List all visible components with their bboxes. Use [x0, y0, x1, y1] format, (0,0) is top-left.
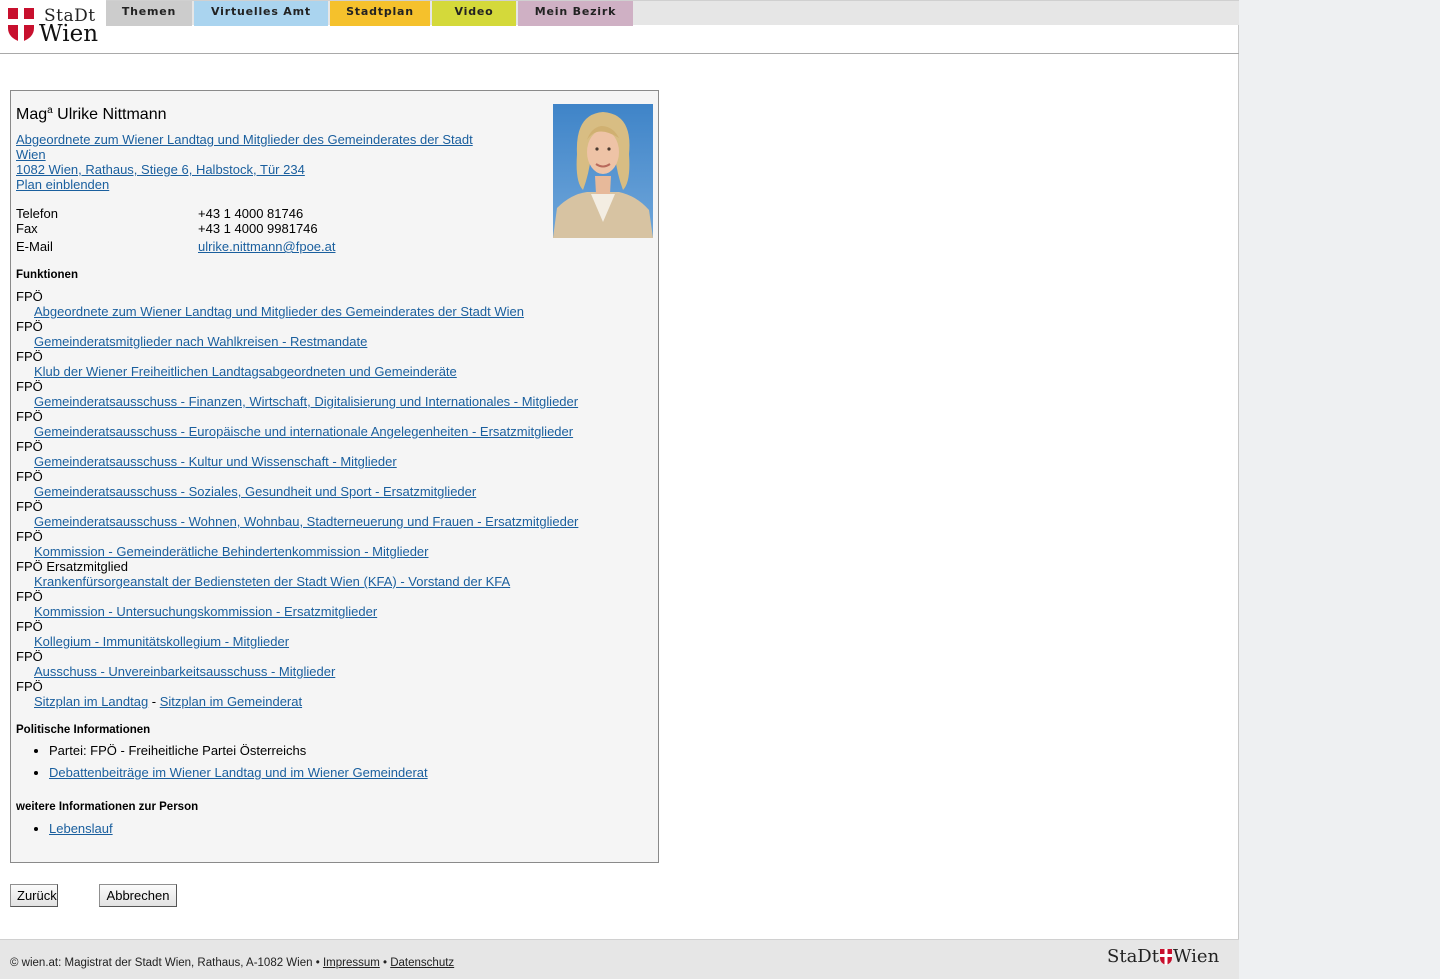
show-map-link[interactable]: Plan einblenden	[16, 177, 486, 192]
nav-tab-video[interactable]: Video	[432, 1, 516, 26]
function-party: FPÖ	[16, 499, 43, 514]
nav-tab-mein-bezirk[interactable]: Mein Bezirk	[518, 1, 633, 26]
political-info-list: Partei: FPÖ - Freiheitliche Partei Öster…	[16, 743, 428, 787]
function-party: FPÖ Ersatzmitglied	[16, 559, 128, 574]
function-item: FPÖ Gemeinderatsausschuss - Soziales, Ges…	[16, 469, 636, 499]
function-link[interactable]: Ausschuss - Unvereinbarkeitsausschuss - …	[34, 664, 636, 679]
function-item: FPÖ Ersatzmitglied Krankenfürsorgeanstalt…	[16, 559, 636, 589]
function-party: FPÖ	[16, 379, 43, 394]
footer-text: © wien.at: Magistrat der Stadt Wien, Rat…	[10, 957, 455, 969]
function-item: FPÖ Klub der Wiener Freiheitlichen Landta…	[16, 349, 636, 379]
logo-text-wien: Wien	[39, 21, 99, 47]
function-party: FPÖ	[16, 439, 43, 454]
address-link[interactable]: 1082 Wien, Rathaus, Stiege 6, Halbstock,…	[16, 162, 486, 177]
more-info-heading: weitere Informationen zur Person	[16, 801, 199, 813]
wien-shield-icon	[1159, 949, 1172, 965]
wien-shield-icon	[8, 8, 34, 42]
function-item: FPÖ Gemeinderatsausschuss - Kultur und Wi…	[16, 439, 636, 469]
list-item: Lebenslauf	[49, 821, 113, 836]
function-party: FPÖ	[16, 679, 43, 694]
email-label: E-Mail	[16, 239, 53, 254]
cv-link[interactable]: Lebenslauf	[49, 821, 113, 836]
function-link[interactable]: Krankenfürsorgeanstalt der Bediensteten …	[34, 574, 636, 589]
function-item: FPÖ Kommission - Gemeinderätliche Behinde…	[16, 529, 636, 559]
phone-label: Telefon	[16, 206, 58, 221]
function-item: FPÖ Gemeinderatsausschuss - Wohnen, Wohnb…	[16, 499, 636, 529]
function-link[interactable]: Gemeinderatsausschuss - Wohnen, Wohnbau,…	[34, 514, 636, 529]
function-party: FPÖ	[16, 649, 43, 664]
functions-list: FPÖ Abgeordnete zum Wiener Landtag und Mi…	[16, 289, 636, 709]
portrait-image	[553, 104, 653, 238]
main-navigation: Themen Virtuelles Amt Stadtplan Video Me…	[106, 0, 1239, 26]
position-link[interactable]: Abgeordnete zum Wiener Landtag und Mitgl…	[16, 132, 486, 162]
political-info-heading: Politische Informationen	[16, 724, 151, 736]
nav-tab-themen[interactable]: Themen	[106, 1, 192, 26]
function-link[interactable]: Gemeinderatsmitglieder nach Wahlkreisen …	[34, 334, 636, 349]
function-party: FPÖ	[16, 289, 43, 304]
fax-value: +43 1 4000 9981746	[198, 221, 318, 236]
function-link[interactable]: Gemeinderatsausschuss - Soziales, Gesund…	[34, 484, 636, 499]
address-block: Abgeordnete zum Wiener Landtag und Mitgl…	[16, 132, 486, 192]
person-name: Maga Ulrike Nittmann	[16, 105, 167, 123]
impressum-link[interactable]: Impressum	[323, 957, 380, 969]
copyright-text: © wien.at: Magistrat der Stadt Wien, Rat…	[10, 957, 313, 969]
function-item: FPÖ Gemeinderatsausschuss - Finanzen, Wir…	[16, 379, 636, 409]
function-item: FPÖ Gemeinderatsausschuss - Europäische u…	[16, 409, 636, 439]
function-link[interactable]: Gemeinderatsausschuss - Kultur und Wisse…	[34, 454, 636, 469]
header: StaDt Wien Themen Virtuelles Amt Stadtpl…	[0, 0, 1239, 54]
debates-link[interactable]: Debattenbeiträge im Wiener Landtag und i…	[49, 765, 428, 780]
person-photo	[553, 104, 653, 238]
function-link[interactable]: Gemeinderatsausschuss - Europäische und …	[34, 424, 636, 439]
cancel-button[interactable]: Abbrechen	[99, 884, 177, 907]
footer-stadt-wien-logo[interactable]: StaDt Wien	[1107, 946, 1219, 967]
function-party: FPÖ	[16, 529, 43, 544]
function-item: FPÖ Ausschuss - Unvereinbarkeitsausschuss…	[16, 649, 636, 679]
nav-tab-stadtplan[interactable]: Stadtplan	[330, 1, 430, 26]
seating-plan-gemeinderat-link[interactable]: Sitzplan im Gemeinderat	[160, 694, 302, 709]
phone-row: Telefon +43 1 4000 81746	[16, 206, 536, 221]
function-link[interactable]: Kommission - Untersuchungskommission - E…	[34, 604, 636, 619]
function-link[interactable]: Abgeordnete zum Wiener Landtag und Mitgl…	[34, 304, 636, 319]
function-link[interactable]: Kollegium - Immunitätskollegium - Mitgli…	[34, 634, 636, 649]
function-link[interactable]: Gemeinderatsausschuss - Finanzen, Wirtsc…	[34, 394, 636, 409]
functions-heading: Funktionen	[16, 269, 78, 281]
fax-label: Fax	[16, 221, 38, 236]
page: StaDt Wien Themen Virtuelles Amt Stadtpl…	[0, 0, 1239, 979]
party-info: Partei: FPÖ - Freiheitliche Partei Öster…	[49, 743, 428, 758]
seating-plan-item: FPÖ Sitzplan im Landtag - Sitzplan im Ge…	[16, 679, 636, 709]
email-row: E-Mail ulrike.nittmann@fpoe.at	[16, 239, 536, 254]
function-party: FPÖ	[16, 349, 43, 364]
function-item: FPÖ Kommission - Untersuchungskommission …	[16, 589, 636, 619]
email-link[interactable]: ulrike.nittmann@fpoe.at	[198, 239, 336, 254]
nav-tab-virtuelles-amt[interactable]: Virtuelles Amt	[194, 1, 328, 26]
function-item: FPÖ Kollegium - Immunitätskollegium - Mit…	[16, 619, 636, 649]
seating-plan-links: Sitzplan im Landtag - Sitzplan im Gemein…	[34, 694, 303, 709]
function-party: FPÖ	[16, 469, 43, 484]
function-link[interactable]: Klub der Wiener Freiheitlichen Landtagsa…	[34, 364, 636, 379]
contact-block: Telefon +43 1 4000 81746 Fax +43 1 4000 …	[16, 206, 536, 254]
function-party: FPÖ	[16, 619, 43, 634]
function-party: FPÖ	[16, 589, 43, 604]
seating-plan-landtag-link[interactable]: Sitzplan im Landtag	[34, 694, 148, 709]
person-card: Maga Ulrike Nittmann Abgeordnete zum Wie…	[10, 90, 659, 863]
fax-row: Fax +43 1 4000 9981746	[16, 221, 536, 236]
function-item: FPÖ Abgeordnete zum Wiener Landtag und Mi…	[16, 289, 636, 319]
list-item: Debattenbeiträge im Wiener Landtag und i…	[49, 765, 428, 780]
more-info-list: Lebenslauf	[16, 821, 113, 843]
datenschutz-link[interactable]: Datenschutz	[390, 957, 454, 969]
function-party: FPÖ	[16, 409, 43, 424]
back-button[interactable]: Zurück	[10, 884, 58, 907]
footer: © wien.at: Magistrat der Stadt Wien, Rat…	[0, 939, 1239, 979]
function-party: FPÖ	[16, 319, 43, 334]
function-link[interactable]: Kommission - Gemeinderätliche Behinderte…	[34, 544, 636, 559]
function-item: FPÖ Gemeinderatsmitglieder nach Wahlkreis…	[16, 319, 636, 349]
phone-value: +43 1 4000 81746	[198, 206, 304, 221]
stadt-wien-logo[interactable]: StaDt Wien	[6, 6, 102, 47]
